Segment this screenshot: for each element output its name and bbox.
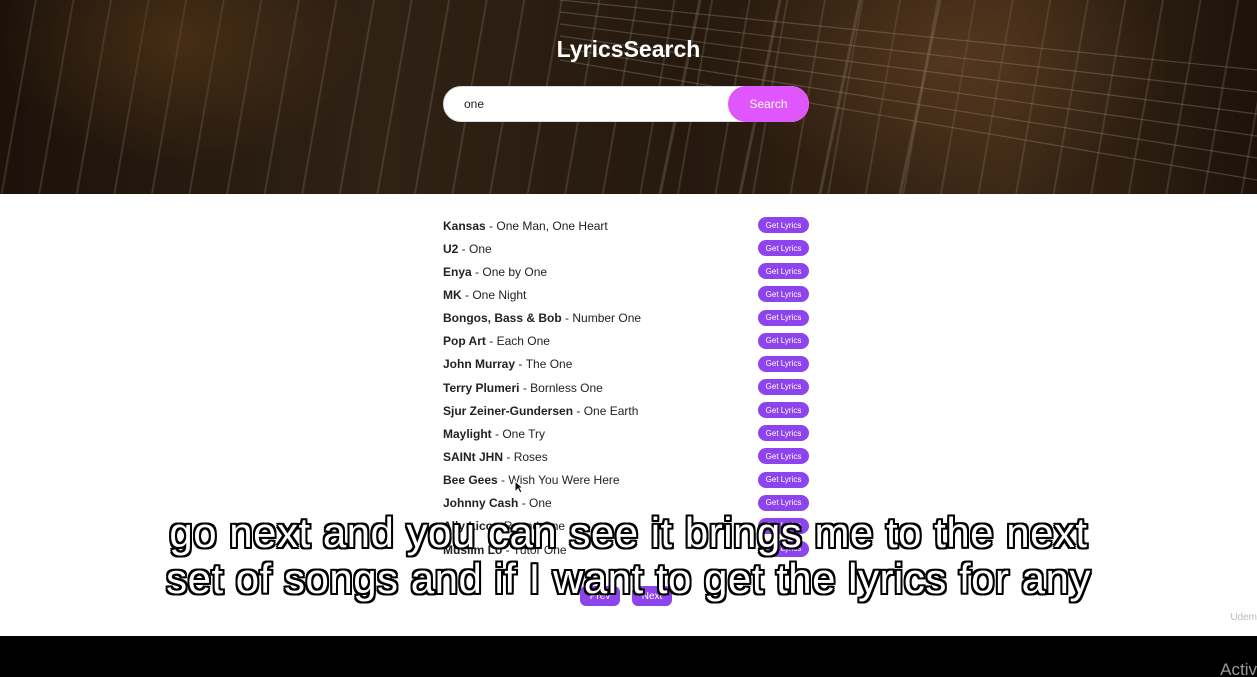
get-lyrics-button[interactable]: Get Lyrics [758, 378, 809, 395]
song-separator: - [515, 357, 526, 372]
get-lyrics-button[interactable]: Get Lyrics [758, 471, 809, 488]
get-lyrics-button[interactable]: Get Lyrics [758, 355, 809, 372]
get-lyrics-button[interactable]: Get Lyrics [758, 263, 809, 280]
get-lyrics-button[interactable]: Get Lyrics [758, 332, 809, 349]
song-title: One Night [472, 287, 527, 302]
caption-line-1: go next and you can see it brings me to … [169, 509, 1088, 556]
song-artist: MK [443, 287, 462, 302]
song-title: Roses [513, 449, 548, 464]
song-title: One by One [482, 264, 548, 279]
cursor-arrow-icon [514, 480, 524, 494]
song-title: The One [525, 357, 573, 372]
song-artist: Terry Plumeri [443, 380, 520, 395]
get-lyrics-button[interactable]: Get Lyrics [758, 286, 809, 303]
get-lyrics-button[interactable]: Get Lyrics [758, 217, 809, 233]
get-lyrics-button[interactable]: Get Lyrics [758, 425, 809, 442]
song-title: Number One [572, 311, 642, 326]
get-lyrics-button[interactable]: Get Lyrics [758, 309, 809, 326]
caption-line-2: set of songs and if I want to get the ly… [166, 555, 1091, 602]
song-title: One [469, 241, 492, 256]
song-separator: - [485, 334, 497, 349]
song-separator: - [491, 426, 503, 441]
os-activation-notice: Activ [1220, 660, 1257, 677]
video-bottom-bar [0, 636, 1257, 677]
song-row: Kansas - One Man, One Heart Get Lyrics [443, 214, 809, 237]
song-row: Maylight - One Try Get Lyrics [443, 422, 809, 445]
song-artist: Enya [443, 264, 472, 279]
header-hero: LyricsSearch Search [0, 0, 1257, 194]
song-artist: Sjur Zeiner-Gundersen [443, 403, 574, 418]
song-row: MK - One Night Get Lyrics [443, 283, 809, 306]
song-artist: SAINt JHN [443, 449, 504, 464]
song-artist: Pop Art [443, 334, 486, 349]
song-row: Sjur Zeiner-Gundersen - One Earth Get Lyr… [443, 399, 809, 422]
song-row: Bee Gees - Wish You Were Here Get Lyrics [443, 469, 809, 492]
song-row: U2 - One Get Lyrics [443, 237, 809, 260]
song-title: Bornless One [530, 380, 603, 395]
video-caption: go next and you can see it brings me to … [0, 510, 1257, 602]
song-title: One Try [502, 426, 546, 441]
song-title: Each One [496, 334, 550, 349]
search-button[interactable]: Search [728, 86, 809, 122]
udemy-logo-icon: Udem [1230, 612, 1257, 623]
song-separator: - [471, 264, 483, 279]
get-lyrics-button[interactable]: Get Lyrics [758, 448, 809, 465]
song-separator: - [497, 473, 509, 488]
song-separator: - [573, 403, 584, 418]
song-artist: U2 [443, 241, 459, 256]
song-row: Bongos, Bass & Bob - Number One Get Lyric… [443, 307, 809, 330]
song-row: SAINt JHN - Roses Get Lyrics [443, 445, 809, 468]
song-row: Enya - One by One Get Lyrics [443, 260, 809, 283]
song-artist: Maylight [443, 426, 492, 441]
song-artist: Bee Gees [443, 473, 498, 488]
song-title: One Man, One Heart [496, 218, 608, 233]
get-lyrics-button[interactable]: Get Lyrics [758, 402, 809, 419]
song-artist: Kansas [443, 218, 486, 233]
song-separator: - [458, 241, 470, 256]
song-title: One Earth [583, 403, 639, 418]
search-input[interactable] [464, 87, 724, 121]
song-row: Pop Art - Each One Get Lyrics [443, 330, 809, 353]
song-title: Wish You Were Here [508, 473, 620, 488]
song-separator: - [561, 311, 573, 326]
song-separator: - [485, 218, 497, 233]
song-artist: Bongos, Bass & Bob [443, 311, 562, 326]
page-title: LyricsSearch [556, 36, 701, 62]
song-row: Terry Plumeri - Bornless One Get Lyrics [443, 376, 809, 399]
song-separator: - [519, 380, 531, 395]
get-lyrics-button[interactable]: Get Lyrics [758, 240, 809, 257]
song-separator: - [461, 287, 473, 302]
search-form: Search [443, 86, 809, 122]
song-separator: - [503, 449, 514, 464]
song-artist: John Murray [443, 357, 516, 372]
song-row: John Murray - The One Get Lyrics [443, 353, 809, 376]
